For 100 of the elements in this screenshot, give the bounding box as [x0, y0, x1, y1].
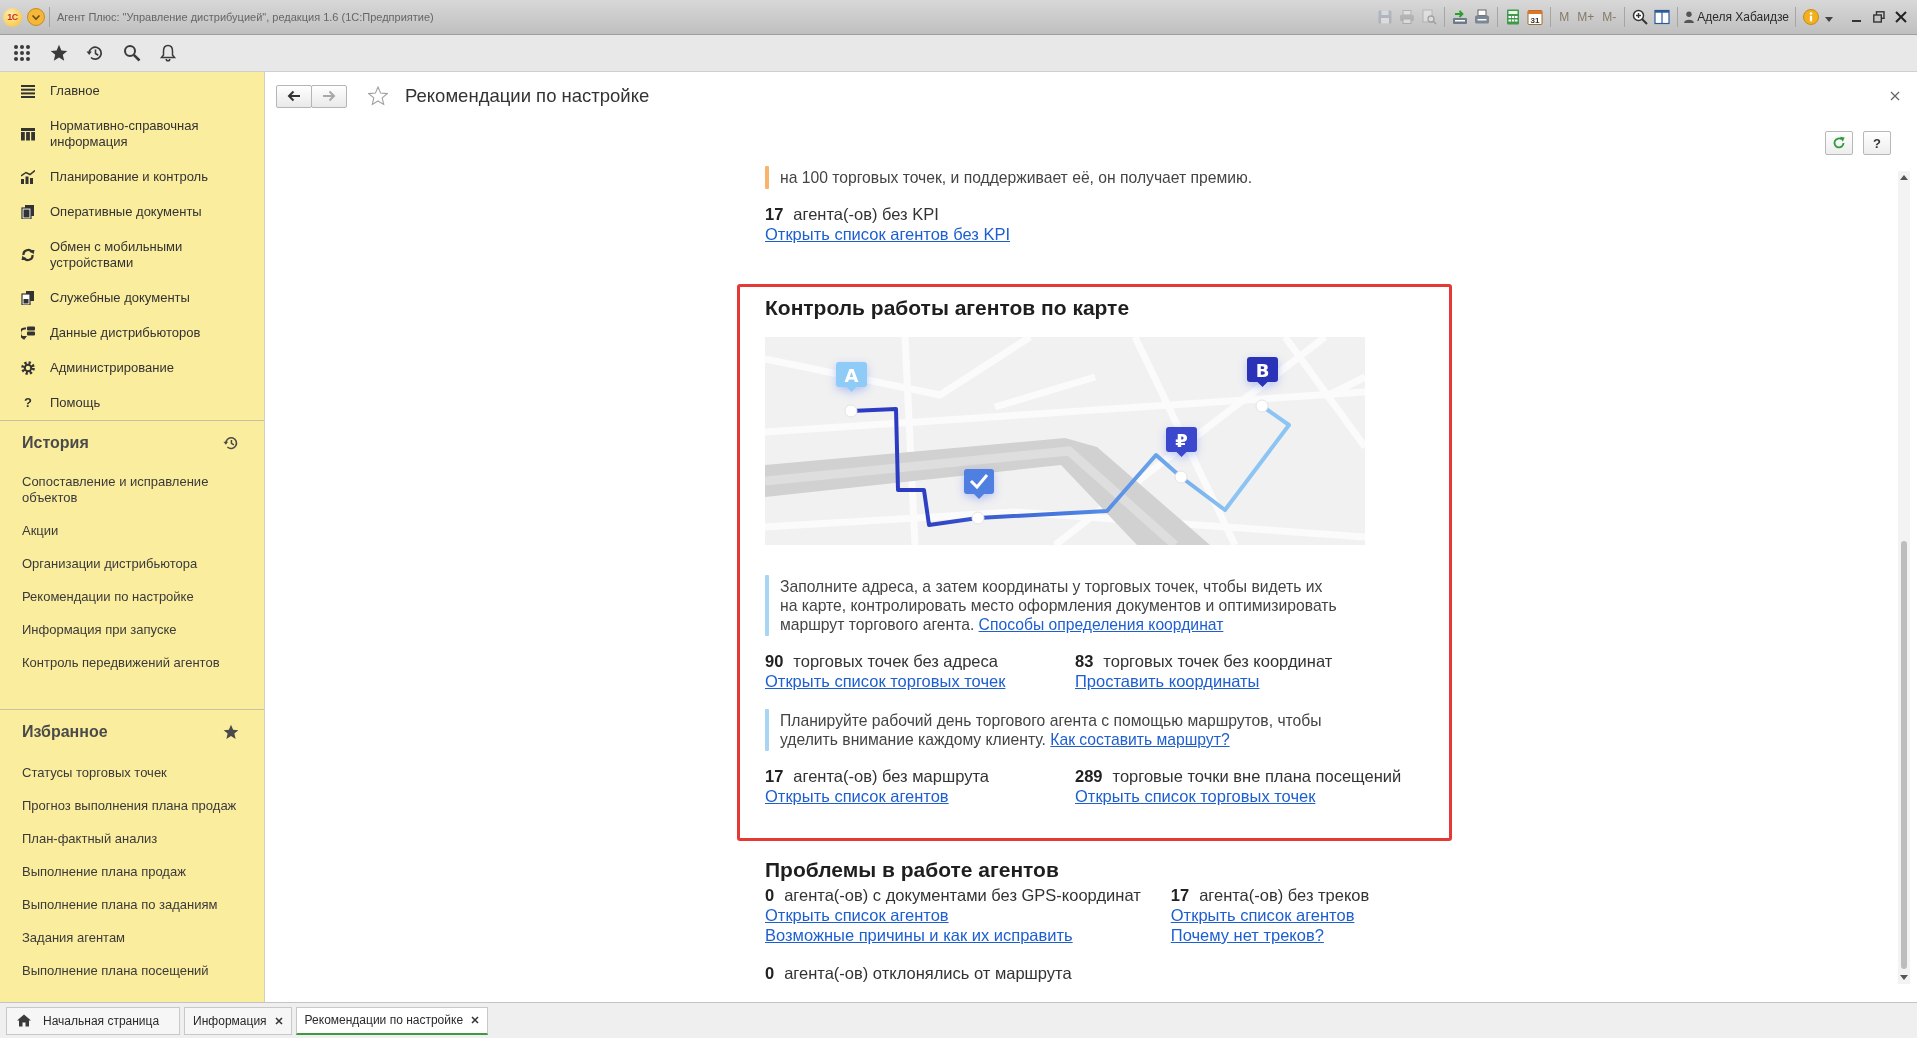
star-icon[interactable] [223, 724, 239, 740]
history-item[interactable]: Акции [0, 514, 264, 547]
favorite-item[interactable]: Выполнение плана продаж [0, 855, 264, 888]
home-icon [17, 1014, 31, 1027]
help-button[interactable]: ? [1863, 131, 1891, 155]
count-value: 0 [765, 886, 775, 904]
count-value: 83 [1075, 652, 1094, 670]
check-marker-icon [964, 469, 994, 499]
sidebar-item[interactable]: Оперативные документы [0, 194, 264, 229]
favorite-item[interactable]: Статусы торговых точек [0, 756, 264, 789]
count-value: 17 [765, 767, 784, 785]
settings-icon [21, 360, 35, 375]
search-icon[interactable] [122, 44, 141, 62]
sidebar-item[interactable]: ? Помощь [0, 385, 264, 420]
menu-lines-icon [21, 83, 35, 98]
link[interactable]: Открыть список агентов [765, 905, 949, 925]
bar-chart-icon [21, 169, 35, 184]
link[interactable]: Открыть список торговых точек [765, 671, 1006, 691]
link[interactable]: Возможные причины и как их исправить [765, 925, 1073, 945]
sidebar-item[interactable]: Администрирование [0, 350, 264, 385]
favorite-item[interactable]: Прогноз выполнения плана продаж [0, 789, 264, 822]
stat-label: агента(-ов) с документами без GPS-координат [784, 886, 1141, 904]
stat-label: торговые точки вне плана посещений [1112, 767, 1402, 785]
calculator-icon[interactable] [1505, 9, 1522, 25]
close-icon[interactable] [274, 1016, 283, 1025]
count-value: 17 [765, 205, 784, 223]
section-title: История [22, 433, 89, 453]
link[interactable]: Открыть список агентов без KPI [765, 224, 1011, 244]
favorite-item[interactable]: Выполнение плана по заданиям [0, 888, 264, 921]
count-value: 90 [765, 652, 784, 670]
stat-label: торговых точек без координат [1103, 652, 1333, 670]
section-title: Проблемы в работе агентов [765, 859, 1060, 881]
arrow-right-icon [322, 90, 336, 102]
caret-icon[interactable] [1825, 16, 1833, 22]
arrow-down-icon[interactable] [1900, 975, 1908, 980]
history-icon[interactable] [86, 44, 104, 62]
user-name[interactable]: Аделя Хабаидзе [1697, 10, 1789, 24]
sidebar-item[interactable]: Нормативно-справочная информация [0, 108, 264, 159]
calendar-icon[interactable]: 31 [1527, 9, 1544, 25]
history-item[interactable]: Рекомендации по настройке [0, 580, 264, 613]
menu-caret-icon[interactable] [27, 8, 45, 26]
stat-label: агента(-ов) отклонялись от маршрута [784, 964, 1072, 982]
history-item[interactable]: Сопоставление и исправление объектов [0, 465, 264, 514]
history-item[interactable]: Контроль передвижений агентов [0, 646, 264, 679]
refresh-button[interactable] [1825, 131, 1853, 155]
link[interactable]: Открыть список торговых точек [1075, 786, 1316, 806]
arrow-up-icon[interactable] [1900, 175, 1908, 180]
route-point [844, 404, 858, 418]
favorite-item[interactable]: Задания агентам [0, 921, 264, 954]
link[interactable]: Открыть список агентов [1170, 905, 1355, 925]
favorite-item[interactable]: План-фактный анализ [0, 822, 264, 855]
close-icon[interactable] [1890, 91, 1900, 101]
close-icon[interactable] [1895, 11, 1907, 23]
favorite-item[interactable]: Выполнение плана посещений [0, 954, 264, 987]
route-point [1174, 470, 1188, 484]
sidebar-item[interactable]: Служебные документы [0, 280, 264, 315]
hint-text: Заполните адреса, а затем координаты у торговых точек, чтобы видеть их на карте, контролировать место оформления документов и оптимизировать маршрут торгового агента. Способы определения координат [780, 577, 1338, 635]
route-point [1255, 399, 1269, 413]
hint-text: Планируйте рабочий день торгового агента с помощью маршрутов, чтобы уделить внимание каждому клиенту. Как составить маршрут? [780, 711, 1323, 750]
count-value: 0 [765, 964, 775, 982]
sidebar-item[interactable]: Планирование и контроль [0, 159, 264, 194]
sidebar-item[interactable]: Главное [0, 73, 264, 108]
zoom-in-icon[interactable] [1632, 9, 1649, 25]
tab[interactable]: Начальная страница [6, 1006, 181, 1035]
tray-arrow-icon[interactable] [1452, 9, 1469, 25]
history-icon[interactable] [223, 435, 239, 451]
table-icon [21, 126, 35, 141]
stat-label: агента(-ов) без KPI [793, 205, 939, 223]
link[interactable]: Открыть список агентов [765, 786, 949, 806]
count-value: 289 [1075, 767, 1103, 785]
bell-icon[interactable] [159, 44, 177, 62]
restore-icon[interactable] [1873, 11, 1885, 23]
star-icon[interactable] [368, 86, 388, 106]
section-title: Избранное [22, 722, 108, 742]
refresh-icon [1832, 136, 1846, 150]
close-icon[interactable] [471, 1016, 480, 1024]
printer-tray-icon[interactable] [1474, 9, 1491, 25]
hint-link[interactable]: Способы определения координат [978, 616, 1224, 633]
link[interactable]: Проставить координаты [1075, 671, 1260, 691]
documents-icon [21, 204, 35, 219]
help-icon: ? [21, 394, 35, 411]
tab[interactable]: Рекомендации по настройке [295, 1006, 489, 1035]
sidebar-item[interactable]: Обмен с мобильными устройствами [0, 229, 264, 280]
history-item[interactable]: Организации дистрибьютора [0, 547, 264, 580]
star-icon[interactable] [49, 44, 68, 62]
apps-grid-icon[interactable] [13, 44, 31, 62]
scroll-thumb[interactable] [1901, 541, 1907, 969]
section-title: Контроль работы агентов по карте [765, 297, 1131, 319]
panel-layout-icon[interactable] [1654, 9, 1671, 25]
hint-text: на 100 торговых точек, и поддерживает её, он получает премию. [780, 168, 1254, 188]
hint-link[interactable]: Как составить маршрут? [1050, 731, 1230, 748]
app-logo: 1С [3, 7, 22, 27]
history-item[interactable]: Информация при запуске [0, 613, 264, 646]
sync-icon [21, 247, 35, 262]
tab[interactable]: Информация [184, 1006, 292, 1035]
sidebar-item[interactable]: Данные дистрибьюторов [0, 315, 264, 350]
link[interactable]: Почему нет треков? [1170, 925, 1324, 945]
back-button[interactable] [276, 84, 312, 108]
info-icon[interactable] [1803, 9, 1819, 25]
scrollbar[interactable] [1898, 171, 1910, 984]
